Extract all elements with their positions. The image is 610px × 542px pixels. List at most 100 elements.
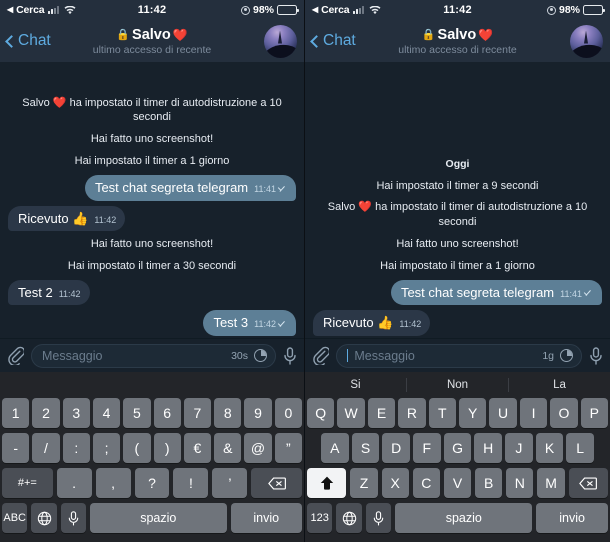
back-to-chat-button[interactable]: Chat bbox=[310, 32, 356, 50]
key-exclamation[interactable]: ! bbox=[173, 468, 209, 498]
shift-icon[interactable] bbox=[307, 468, 347, 498]
message-meta: 11:42 bbox=[254, 319, 287, 330]
key-x[interactable]: X bbox=[381, 468, 409, 498]
avatar[interactable] bbox=[570, 24, 603, 58]
key-apostrophe[interactable]: ’ bbox=[212, 468, 248, 498]
location-services-icon bbox=[240, 5, 250, 15]
key-5[interactable]: 5 bbox=[123, 398, 151, 428]
backspace-icon[interactable] bbox=[251, 468, 302, 498]
key-colon[interactable]: : bbox=[62, 433, 90, 463]
microphone-icon[interactable] bbox=[365, 503, 392, 533]
microphone-icon[interactable] bbox=[60, 503, 87, 533]
key-a[interactable]: A bbox=[320, 433, 349, 463]
key-v[interactable]: V bbox=[443, 468, 472, 498]
status-bar-right: 98% bbox=[240, 4, 299, 16]
key-enter[interactable]: invio bbox=[230, 503, 302, 533]
key-y[interactable]: Y bbox=[459, 398, 487, 428]
key-comma[interactable]: , bbox=[95, 468, 131, 498]
key-abc-toggle[interactable]: ABC bbox=[2, 503, 28, 533]
key-f[interactable]: F bbox=[413, 433, 441, 463]
read-check-icon bbox=[278, 186, 287, 192]
key-w[interactable]: W bbox=[337, 398, 365, 428]
key-e[interactable]: E bbox=[367, 398, 396, 428]
key-u[interactable]: U bbox=[489, 398, 517, 428]
microphone-icon[interactable] bbox=[589, 346, 603, 365]
self-destruct-timer-icon[interactable] bbox=[560, 349, 573, 362]
key-ampersand[interactable]: & bbox=[214, 433, 242, 463]
on-screen-keyboard: Si Non La Q W E R T Y U I O P A S D F G … bbox=[305, 372, 610, 542]
key-l[interactable]: L bbox=[566, 433, 595, 463]
key-b[interactable]: B bbox=[475, 468, 503, 498]
key-p[interactable]: P bbox=[580, 398, 609, 428]
key-hyphen[interactable]: - bbox=[2, 433, 30, 463]
key-slash[interactable]: / bbox=[32, 433, 60, 463]
microphone-icon[interactable] bbox=[283, 346, 297, 365]
key-enter[interactable]: invio bbox=[536, 503, 608, 533]
key-8[interactable]: 8 bbox=[214, 398, 242, 428]
service-message: Hai impostato il timer a 30 secondi bbox=[67, 259, 237, 272]
key-t[interactable]: T bbox=[428, 398, 456, 428]
key-period[interactable]: . bbox=[56, 468, 92, 498]
status-bar: ◀ Cerca 11:42 98% bbox=[0, 0, 304, 20]
key-o[interactable]: O bbox=[550, 398, 578, 428]
key-euro[interactable]: € bbox=[183, 433, 212, 463]
key-h[interactable]: H bbox=[474, 433, 503, 463]
key-9[interactable]: 9 bbox=[244, 398, 272, 428]
key-6[interactable]: 6 bbox=[153, 398, 181, 428]
key-3[interactable]: 3 bbox=[62, 398, 90, 428]
key-question[interactable]: ? bbox=[134, 468, 170, 498]
key-i[interactable]: I bbox=[519, 398, 548, 428]
key-space[interactable]: spazio bbox=[90, 503, 227, 533]
key-g[interactable]: G bbox=[443, 433, 472, 463]
prediction-word[interactable]: Si bbox=[305, 379, 406, 391]
message-input-field[interactable]: Messaggio 1g bbox=[336, 343, 582, 368]
keyboard-row-4: ABC spazio invio bbox=[0, 503, 304, 533]
key-7[interactable]: 7 bbox=[183, 398, 212, 428]
outgoing-message-bubble[interactable]: Test 3 11:42 bbox=[203, 310, 296, 336]
key-c[interactable]: C bbox=[412, 468, 440, 498]
incoming-message-bubble[interactable]: Test 2 11:42 bbox=[8, 279, 90, 306]
globe-icon[interactable] bbox=[336, 503, 362, 533]
outgoing-message-bubble[interactable]: Test chat segreta telegram 11:41 bbox=[390, 279, 602, 306]
key-at[interactable]: @ bbox=[244, 433, 272, 463]
key-j[interactable]: J bbox=[505, 433, 533, 463]
paperclip-icon[interactable] bbox=[312, 346, 331, 367]
message-text: Ricevuto 👍 bbox=[323, 315, 394, 331]
key-space[interactable]: spazio bbox=[395, 503, 533, 533]
key-4[interactable]: 4 bbox=[92, 398, 121, 428]
key-paren-open[interactable]: ( bbox=[123, 433, 151, 463]
key-numbers-toggle[interactable]: 123 bbox=[307, 503, 333, 533]
key-q[interactable]: Q bbox=[306, 398, 335, 428]
paperclip-icon[interactable] bbox=[7, 346, 26, 367]
back-to-chat-button[interactable]: Chat bbox=[5, 32, 51, 50]
avatar[interactable] bbox=[264, 24, 297, 58]
backspace-icon[interactable] bbox=[568, 468, 609, 498]
key-n[interactable]: N bbox=[506, 468, 534, 498]
key-1[interactable]: 1 bbox=[2, 398, 30, 428]
message-input-field[interactable]: Messaggio 30s bbox=[31, 343, 276, 368]
message-row: Ricevuto 👍 11:42 bbox=[313, 310, 602, 336]
outgoing-message-bubble[interactable]: Test chat segreta telegram 11:41 bbox=[84, 174, 296, 201]
key-z[interactable]: Z bbox=[350, 468, 378, 498]
key-s[interactable]: S bbox=[351, 433, 380, 463]
phone-screenshot-right: ◀ Cerca 11:42 98% Chat 🔒 Salvo ❤️ ultimo… bbox=[305, 0, 610, 542]
incoming-message-bubble[interactable]: Ricevuto 👍 11:42 bbox=[8, 205, 126, 232]
incoming-message-bubble[interactable]: Ricevuto 👍 11:42 bbox=[313, 310, 431, 336]
key-symbols-toggle[interactable]: #+= bbox=[2, 468, 53, 498]
key-d[interactable]: D bbox=[382, 433, 410, 463]
prediction-word[interactable]: Non bbox=[407, 379, 508, 391]
key-quote[interactable]: ” bbox=[274, 433, 302, 463]
keyboard-row-2: A S D F G H J K L bbox=[305, 433, 610, 463]
key-2[interactable]: 2 bbox=[32, 398, 60, 428]
key-k[interactable]: K bbox=[535, 433, 564, 463]
self-destruct-timer-icon[interactable] bbox=[254, 349, 267, 362]
key-semicolon[interactable]: ; bbox=[92, 433, 121, 463]
key-m[interactable]: M bbox=[537, 468, 565, 498]
globe-icon[interactable] bbox=[31, 503, 57, 533]
key-r[interactable]: R bbox=[398, 398, 426, 428]
on-screen-keyboard: 1 2 3 4 5 6 7 8 9 0 - / : ; ( ) € & @ ” … bbox=[0, 372, 304, 542]
key-paren-close[interactable]: ) bbox=[153, 433, 181, 463]
message-time: 11:42 bbox=[399, 319, 422, 330]
key-0[interactable]: 0 bbox=[274, 398, 302, 428]
prediction-word[interactable]: La bbox=[509, 379, 610, 391]
